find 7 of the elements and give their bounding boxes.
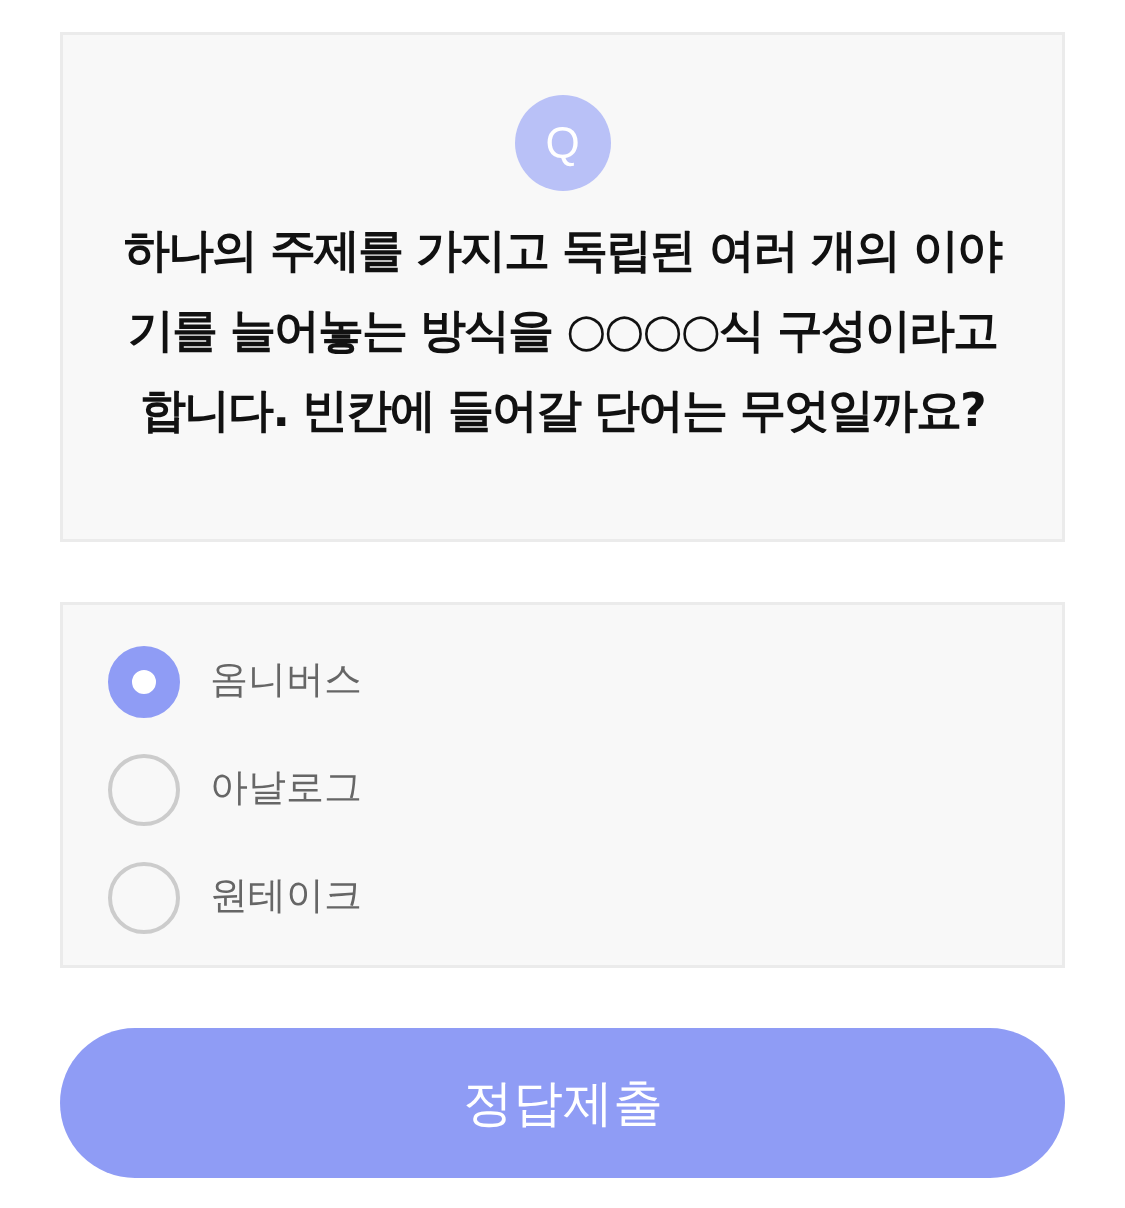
option-label[interactable]: 원테이크 xyxy=(210,873,362,917)
option-label[interactable]: 아날로그 xyxy=(210,765,362,809)
radio-button[interactable] xyxy=(108,754,180,826)
question-text: 하나의 주제를 가지고 독립된 여러 개의 이야기를 늘어놓는 방식을 ○○○○식 구성이라고 합니다. 빈칸에 들어갈 단어는 무엇일까요? xyxy=(123,222,1003,439)
radio-button[interactable] xyxy=(108,862,180,934)
option-label[interactable]: 옴니버스 xyxy=(210,657,362,701)
question-badge: Q xyxy=(514,95,611,191)
